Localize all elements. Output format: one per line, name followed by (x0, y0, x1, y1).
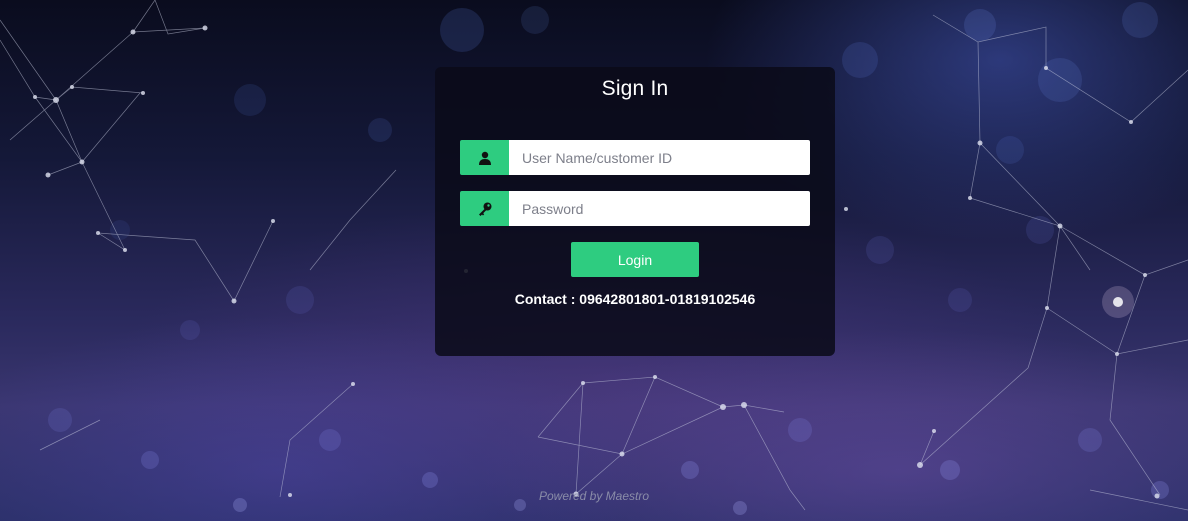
username-row (460, 140, 810, 175)
powered-by-text: Powered by Maestro (538, 489, 650, 503)
contact-text: Contact : 09642801801-01819102546 (514, 291, 756, 307)
page-title: Sign In (601, 77, 669, 100)
password-row (460, 191, 810, 226)
password-input[interactable] (509, 191, 810, 226)
login-button[interactable]: Login (571, 242, 699, 277)
key-icon (460, 191, 509, 226)
user-icon (460, 140, 509, 175)
username-input[interactable] (509, 140, 810, 175)
login-panel: Sign In Login Contact : 09642801801-0181… (435, 67, 835, 356)
